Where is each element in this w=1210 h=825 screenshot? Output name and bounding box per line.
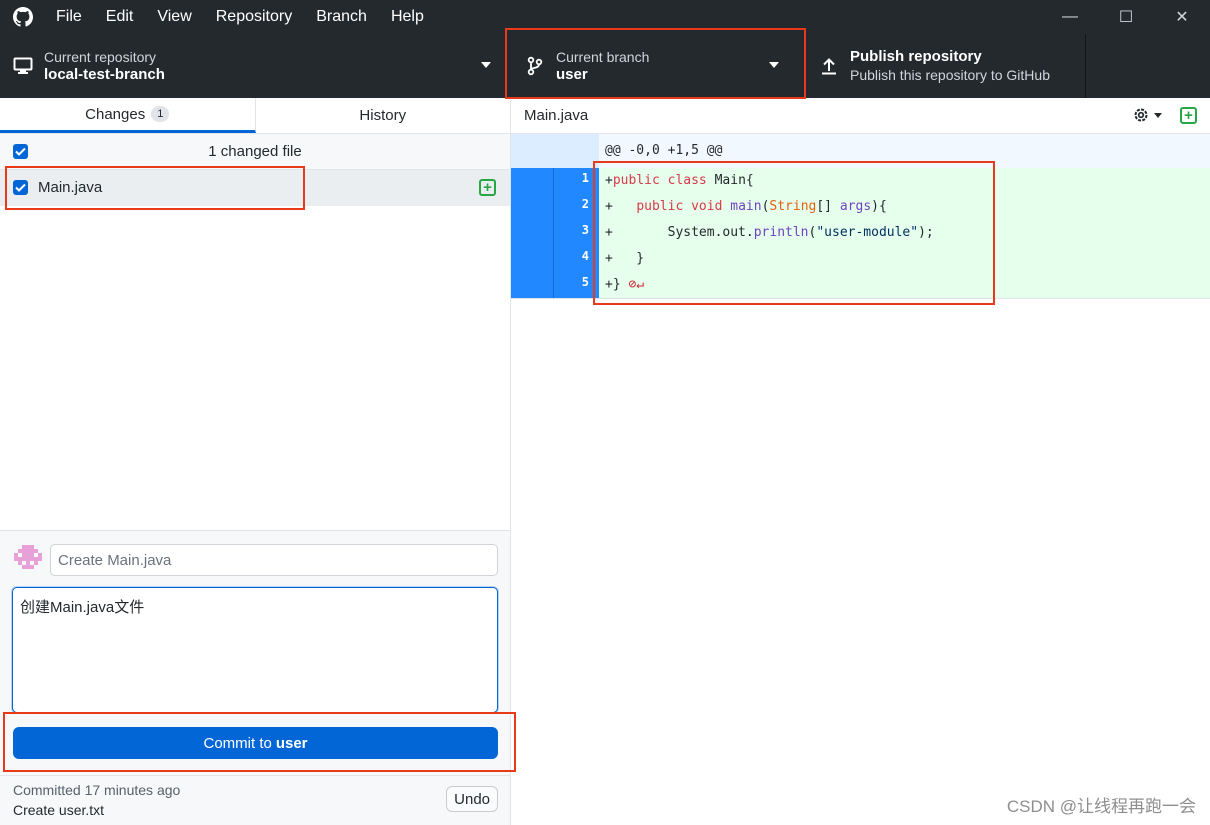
file-checkbox[interactable] [13,180,28,195]
menu-repository[interactable]: Repository [204,0,304,34]
commit-panel: 创建Main.java文件 Commit to user Committed 1… [0,530,510,825]
new-line-number: 4 [554,246,599,272]
undo-button[interactable]: Undo [446,786,498,812]
code-line: + public void main(String[] args){ [605,199,887,214]
file-added-icon: + [1180,107,1197,124]
publish-repository-button[interactable]: Publish repository Publish this reposito… [806,34,1086,98]
diff-line[interactable]: 2 + public void main(String[] args){ [511,194,1210,220]
new-line-number: 1 [554,168,599,194]
diff-line[interactable]: 1 +public class Main{ [511,168,1210,194]
tab-changes[interactable]: Changes 1 [0,98,256,133]
caret-down-icon [1154,112,1162,118]
menu-bar: File Edit View Repository Branch Help [46,0,436,34]
last-commit-time: Committed 17 minutes ago [13,782,181,798]
current-repository-dropdown[interactable]: Current repository local-test-branch [0,34,506,98]
branch-name: user [556,66,588,83]
code-line: +public class Main{ [605,173,754,188]
hunk-text: @@ -0,0 +1,5 @@ [605,143,723,158]
hunk-gutter [511,134,599,168]
code-line: + System.out.println("user-module"); [605,225,934,240]
last-commit-info: Committed 17 minutes ago Create user.txt… [0,775,510,825]
github-logo-icon [0,0,46,34]
commit-description-input[interactable]: 创建Main.java文件 [12,587,498,713]
sidebar-tabs: Changes 1 History [0,98,510,134]
tab-history[interactable]: History [256,98,511,133]
maximize-button[interactable]: ☐ [1098,0,1154,34]
caret-down-icon [769,62,779,68]
avatar [14,545,42,573]
desktop-icon [12,55,34,77]
title-bar: File Edit View Repository Branch Help — … [0,0,1210,34]
window-controls: — ☐ ✕ [1042,0,1210,34]
menu-edit[interactable]: Edit [94,0,146,34]
git-branch-icon [524,55,546,77]
publish-subtitle: Publish this repository to GitHub [850,67,1050,83]
new-line-number: 3 [554,220,599,246]
repository-name: local-test-branch [44,66,165,83]
old-line-number [511,220,554,246]
menu-branch[interactable]: Branch [304,0,379,34]
diff-file-name: Main.java [524,107,589,124]
menu-help[interactable]: Help [379,0,436,34]
code-line: + } [605,251,645,266]
old-line-number [511,272,554,298]
new-line-number: 2 [554,194,599,220]
changed-files-count: 1 changed file [208,143,302,160]
publish-title: Publish repository [850,48,982,65]
diff-line[interactable]: 4 + } [511,246,1210,272]
upload-icon [818,55,840,77]
old-line-number [511,168,554,194]
toolbar: Current repository local-test-branch Cur… [0,34,1210,98]
file-added-icon: + [479,179,496,196]
gear-icon [1134,108,1148,122]
branch-label: Current branch [556,49,650,65]
caret-down-icon [481,62,491,68]
changes-count-badge: 1 [151,106,170,122]
close-button[interactable]: ✕ [1154,0,1210,34]
commit-button[interactable]: Commit to user [13,727,498,759]
diff-end [511,298,1210,299]
diff-line[interactable]: 3 + System.out.println("user-module"); [511,220,1210,246]
no-newline-icon: ⊘↵ [628,277,645,292]
commit-summary-input[interactable] [50,544,498,576]
watermark: CSDN @让线程再跑一会 [1006,797,1196,816]
diff-settings-button[interactable] [1132,106,1162,124]
minimize-button[interactable]: — [1042,0,1098,34]
current-branch-dropdown[interactable]: Current branch user [506,34,806,98]
diff-line[interactable]: 5 +} ⊘↵ [511,272,1210,298]
tab-changes-label: Changes [85,105,146,123]
old-line-number [511,246,554,272]
menu-view[interactable]: View [145,0,203,34]
menu-file[interactable]: File [46,0,94,34]
sidebar: Changes 1 History 1 changed file Main.ja… [0,98,511,825]
diff-header: Main.java + [511,98,1210,134]
code-line: +} ⊘↵ [605,277,645,292]
commit-button-label: Commit to [203,734,272,752]
hunk-header: @@ -0,0 +1,5 @@ [511,134,1210,168]
changed-file-name: Main.java [38,179,103,196]
diff-view: @@ -0,0 +1,5 @@ 1 +public class Main{ 2 … [511,134,1210,299]
last-commit-message: Create user.txt [13,802,105,818]
new-line-number: 5 [554,272,599,298]
tab-history-label: History [359,107,407,124]
commit-button-branch: user [275,734,308,752]
diff-panel: Main.java + @@ -0,0 +1,5 @@ 1 +public cl… [511,98,1210,825]
repository-label: Current repository [44,49,157,65]
select-all-checkbox[interactable] [13,144,28,159]
changed-file-row[interactable]: Main.java + [0,170,510,206]
changes-list-header: 1 changed file [0,134,510,170]
old-line-number [511,194,554,220]
